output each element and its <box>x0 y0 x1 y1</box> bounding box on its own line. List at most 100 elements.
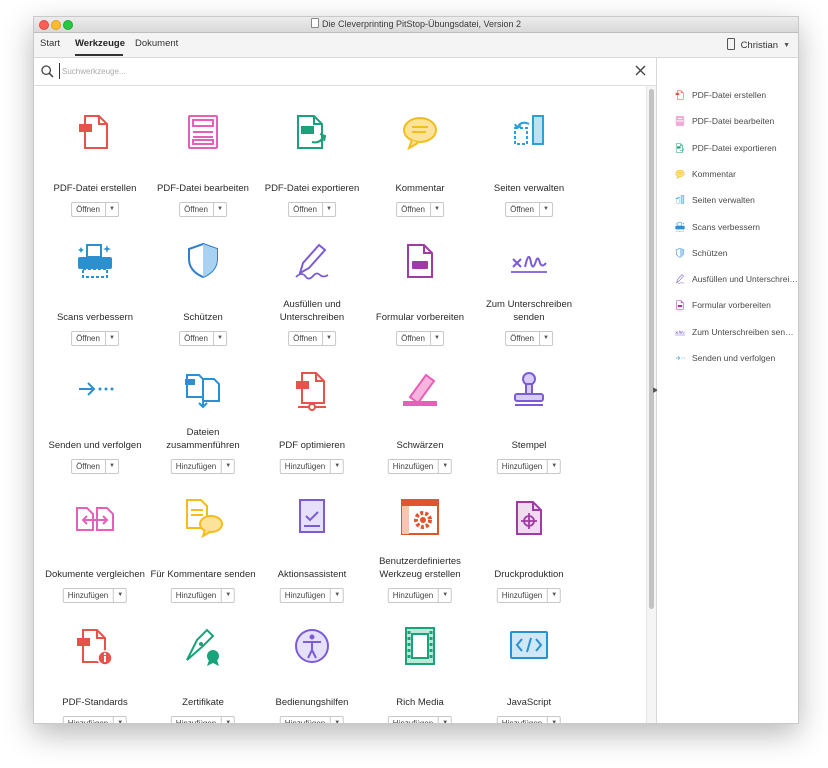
chevron-down-icon[interactable]: ▼ <box>212 203 226 216</box>
tool-action-button[interactable]: Öffnen ▼ <box>179 331 227 346</box>
comment-icon[interactable] <box>398 110 442 154</box>
tool-scans-verbessern[interactable]: Scans verbessern Öffnen ▼ <box>41 239 149 359</box>
chevron-down-icon[interactable]: ▼ <box>438 717 451 723</box>
tool-action-button[interactable]: Öffnen ▼ <box>179 202 227 217</box>
tool-action-label[interactable]: Hinzufügen <box>498 717 547 723</box>
tool-pdf-datei-exportieren[interactable]: PDF-Datei exportieren Öffnen ▼ <box>258 110 366 230</box>
tool-rich-media[interactable]: Rich Media Hinzufügen▼ <box>366 624 474 723</box>
chevron-down-icon[interactable]: ▼ <box>330 589 343 602</box>
chevron-down-icon[interactable]: ▼ <box>547 460 560 473</box>
combine-files-icon[interactable] <box>181 367 225 411</box>
tool-action-button[interactable]: Öffnen ▼ <box>288 331 336 346</box>
tool-action-button[interactable]: Öffnen ▼ <box>505 331 553 346</box>
create-pdf-icon[interactable] <box>73 110 117 154</box>
sidebar-item-pdf-datei-exportieren[interactable]: PDF-Datei exportieren <box>674 142 798 156</box>
tab-dokument[interactable]: Dokument <box>135 38 178 49</box>
organize-pages-icon[interactable] <box>507 110 551 154</box>
tool-zertifikate[interactable]: Zertifikate Hinzufügen▼ <box>149 624 257 723</box>
compare-documents-icon[interactable] <box>73 496 117 540</box>
chevron-down-icon[interactable]: ▼ <box>212 332 226 345</box>
certificates-icon[interactable] <box>181 624 225 668</box>
chevron-down-icon[interactable]: ▼ <box>429 203 443 216</box>
tool-action-button[interactable]: Hinzufügen▼ <box>62 588 128 603</box>
tool-action-button[interactable]: Hinzufügen▼ <box>279 459 345 474</box>
chevron-down-icon[interactable]: ▼ <box>113 717 126 723</box>
accessibility-icon[interactable] <box>290 624 334 668</box>
tool-action-label[interactable]: Hinzufügen <box>281 460 330 473</box>
tool-action-label[interactable]: Hinzufügen <box>281 589 330 602</box>
chevron-down-icon[interactable]: ▼ <box>538 332 552 345</box>
sidebar-item-scans-verbessern[interactable]: Scans verbessern <box>674 221 798 235</box>
chevron-down-icon[interactable]: ▼ <box>547 717 560 723</box>
tool-action-button[interactable]: Hinzufügen▼ <box>170 588 236 603</box>
chevron-down-icon[interactable]: ▼ <box>429 332 443 345</box>
chevron-down-icon[interactable]: ▼ <box>104 203 118 216</box>
tool-action-label[interactable]: Hinzufügen <box>172 717 221 723</box>
tool-action-button[interactable]: Hinzufügen▼ <box>62 716 128 723</box>
sidebar-item-ausfuellen-und-unterschreiben[interactable]: Ausfüllen und Unterschreiben <box>674 273 798 287</box>
tool-seiten-verwalten[interactable]: Seiten verwalten Öffnen ▼ <box>475 110 583 230</box>
action-wizard-icon[interactable] <box>290 496 334 540</box>
javascript-icon[interactable] <box>507 624 551 668</box>
send-track-icon[interactable] <box>73 367 117 411</box>
scrollbar-thumb[interactable] <box>649 89 654 609</box>
custom-tool-icon[interactable] <box>398 496 442 540</box>
tool-dokumente-vergleichen[interactable]: Dokumente vergleichen Hinzufügen ▼ <box>41 496 149 616</box>
sidebar-item-zum-unterschreiben-senden[interactable]: Zum Unterschreiben senden <box>674 326 798 340</box>
tool-action-label[interactable]: Öffnen <box>397 203 430 216</box>
tool-action-label[interactable]: Öffnen <box>72 332 105 345</box>
tool-kommentar[interactable]: Kommentar Öffnen ▼ <box>366 110 474 230</box>
protect-icon[interactable] <box>181 239 225 283</box>
sidebar-item-senden-und-verfolgen[interactable]: Senden und verfolgen <box>674 352 798 366</box>
tool-bedienungshilfen[interactable]: Bedienungshilfen Hinzufügen▼ <box>258 624 366 723</box>
chevron-down-icon[interactable]: ▼ <box>547 589 560 602</box>
tool-action-label[interactable]: Öffnen <box>289 203 322 216</box>
tool-action-label[interactable]: Öffnen <box>289 332 322 345</box>
chevron-down-icon[interactable]: ▼ <box>221 460 234 473</box>
chevron-down-icon[interactable]: ▼ <box>104 332 118 345</box>
tool-zum-unterschreiben-senden[interactable]: Zum Unterschreiben senden Öffnen ▼ <box>475 239 583 359</box>
chevron-down-icon[interactable]: ▼ <box>438 589 451 602</box>
tool-action-button[interactable]: Öffnen ▼ <box>71 331 119 346</box>
tool-action-label[interactable]: Öffnen <box>72 203 105 216</box>
tool-action-button[interactable]: Hinzufügen▼ <box>279 716 345 723</box>
tool-action-label[interactable]: Hinzufügen <box>64 717 113 723</box>
tool-action-button[interactable]: Öffnen ▼ <box>396 331 444 346</box>
stamp-icon[interactable] <box>507 367 551 411</box>
chevron-down-icon[interactable]: ▼ <box>330 717 343 723</box>
tool-action-label[interactable]: Öffnen <box>180 332 213 345</box>
tool-action-button[interactable]: Hinzufügen▼ <box>387 459 453 474</box>
tool-schwaerzen[interactable]: Schwärzen Hinzufügen ▼ <box>366 367 474 487</box>
chevron-down-icon[interactable]: ▼ <box>221 717 234 723</box>
tool-action-label[interactable]: Hinzufügen <box>498 589 547 602</box>
tool-fuer-kommentare-senden[interactable]: Für Kommentare senden Hinzufügen ▼ <box>149 496 257 616</box>
sidebar-item-pdf-datei-bearbeiten[interactable]: PDF-Datei bearbeiten <box>674 115 798 129</box>
tool-ausfuellen-und-unterschreiben[interactable]: Ausfüllen und Unterschreiben Öffnen ▼ <box>258 239 366 359</box>
optimize-pdf-icon[interactable] <box>290 367 334 411</box>
tool-action-button[interactable]: Öffnen ▼ <box>396 202 444 217</box>
chevron-down-icon[interactable]: ▼ <box>321 203 335 216</box>
send-for-signature-icon[interactable] <box>507 239 551 283</box>
print-production-icon[interactable] <box>507 496 551 540</box>
tool-action-button[interactable]: Hinzufügen▼ <box>279 588 345 603</box>
chevron-down-icon[interactable]: ▼ <box>321 332 335 345</box>
redact-icon[interactable] <box>398 367 442 411</box>
send-for-comments-icon[interactable] <box>181 496 225 540</box>
enhance-scans-icon[interactable] <box>73 239 117 283</box>
chevron-down-icon[interactable]: ▼ <box>330 460 343 473</box>
tool-formular-vorbereiten[interactable]: Formular vorbereiten Öffnen ▼ <box>366 239 474 359</box>
prepare-form-icon[interactable] <box>398 239 442 283</box>
tool-pdf-optimieren[interactable]: PDF optimieren Hinzufügen ▼ <box>258 367 366 487</box>
chevron-down-icon[interactable]: ▼ <box>113 589 126 602</box>
tool-action-label[interactable]: Öffnen <box>72 460 105 473</box>
chevron-down-icon[interactable]: ▼ <box>538 203 552 216</box>
pdf-standards-icon[interactable] <box>73 624 117 668</box>
tool-stempel[interactable]: Stempel Hinzufügen ▼ <box>475 367 583 487</box>
export-pdf-icon[interactable] <box>290 110 334 154</box>
tool-senden-und-verfolgen[interactable]: Senden und verfolgen Öffnen ▼ <box>41 367 149 487</box>
tool-pdf-standards[interactable]: PDF-Standards Hinzufügen▼ <box>41 624 149 723</box>
sidebar-item-formular-vorbereiten[interactable]: Formular vorbereiten <box>674 299 798 313</box>
chevron-down-icon[interactable]: ▼ <box>438 460 451 473</box>
tool-aktionsassistent[interactable]: Aktionsassistent Hinzufügen ▼ <box>258 496 366 616</box>
tool-schuetzen[interactable]: Schützen Öffnen ▼ <box>149 239 257 359</box>
